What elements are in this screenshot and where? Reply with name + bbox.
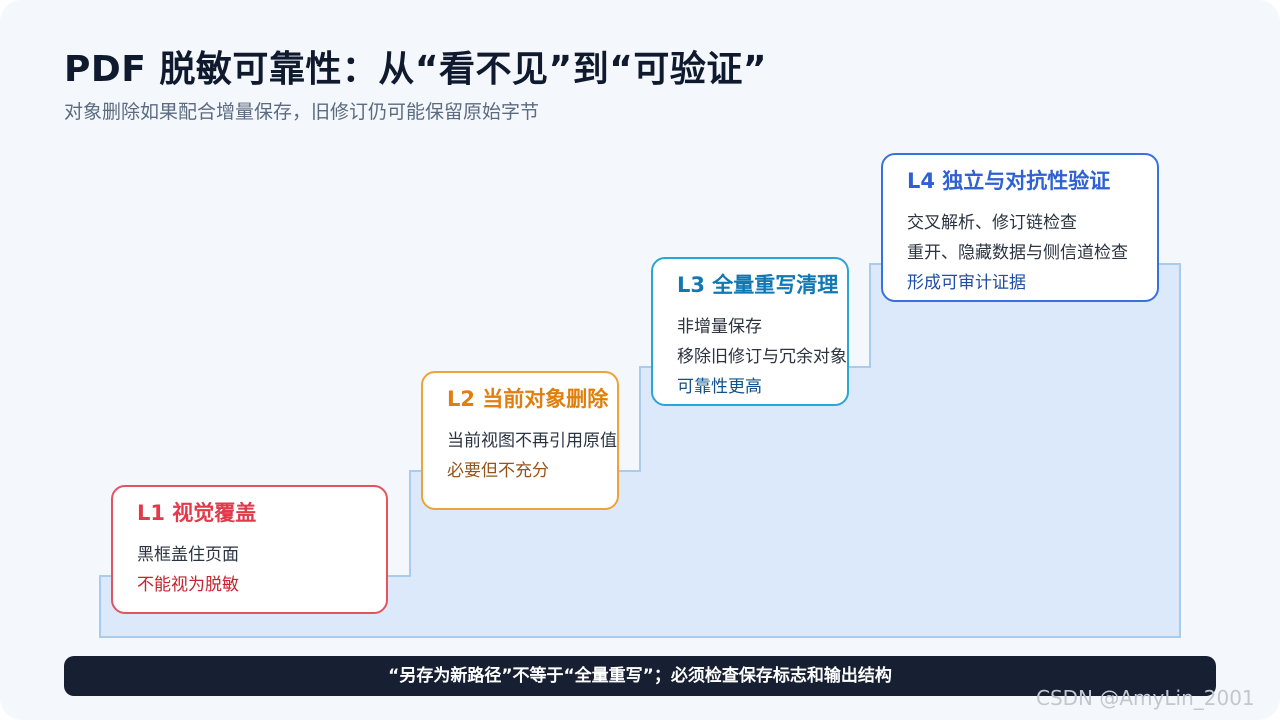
level-title: L4 独立与对抗性验证 — [907, 169, 1111, 193]
level-conclusion: 可靠性更高 — [677, 377, 762, 397]
level-conclusion: 必要但不充分 — [447, 461, 549, 481]
level-conclusion: 不能视为脱敏 — [137, 575, 239, 595]
level-conclusion: 形成可审计证据 — [907, 273, 1026, 293]
level-card-l3: L3 全量重写清理 非增量保存 移除旧修订与冗余对象 可靠性更高 — [651, 257, 849, 406]
level-line: 交叉解析、修订链检查 — [907, 213, 1077, 233]
level-card-l1: L1 视觉覆盖 黑框盖住页面 不能视为脱敏 — [111, 485, 388, 614]
level-line: 当前视图不再引用原值 — [447, 431, 617, 451]
level-line: 移除旧修订与冗余对象 — [677, 347, 847, 367]
level-line: 重开、隐藏数据与侧信道检查 — [907, 243, 1128, 263]
watermark: CSDN @AmyLin_2001 — [1036, 686, 1255, 710]
level-card-l2: L2 当前对象删除 当前视图不再引用原值 必要但不充分 — [421, 371, 619, 510]
level-title: L1 视觉覆盖 — [137, 501, 257, 525]
level-line: 非增量保存 — [677, 317, 762, 337]
slide: PDF 脱敏可靠性：从“看不见”到“可验证” 对象删除如果配合增量保存，旧修订仍… — [0, 0, 1280, 720]
level-title: L2 当前对象删除 — [447, 387, 609, 411]
level-title: L3 全量重写清理 — [677, 273, 839, 297]
level-line: 黑框盖住页面 — [137, 545, 239, 565]
level-card-l4: L4 独立与对抗性验证 交叉解析、修订链检查 重开、隐藏数据与侧信道检查 形成可… — [881, 153, 1159, 302]
